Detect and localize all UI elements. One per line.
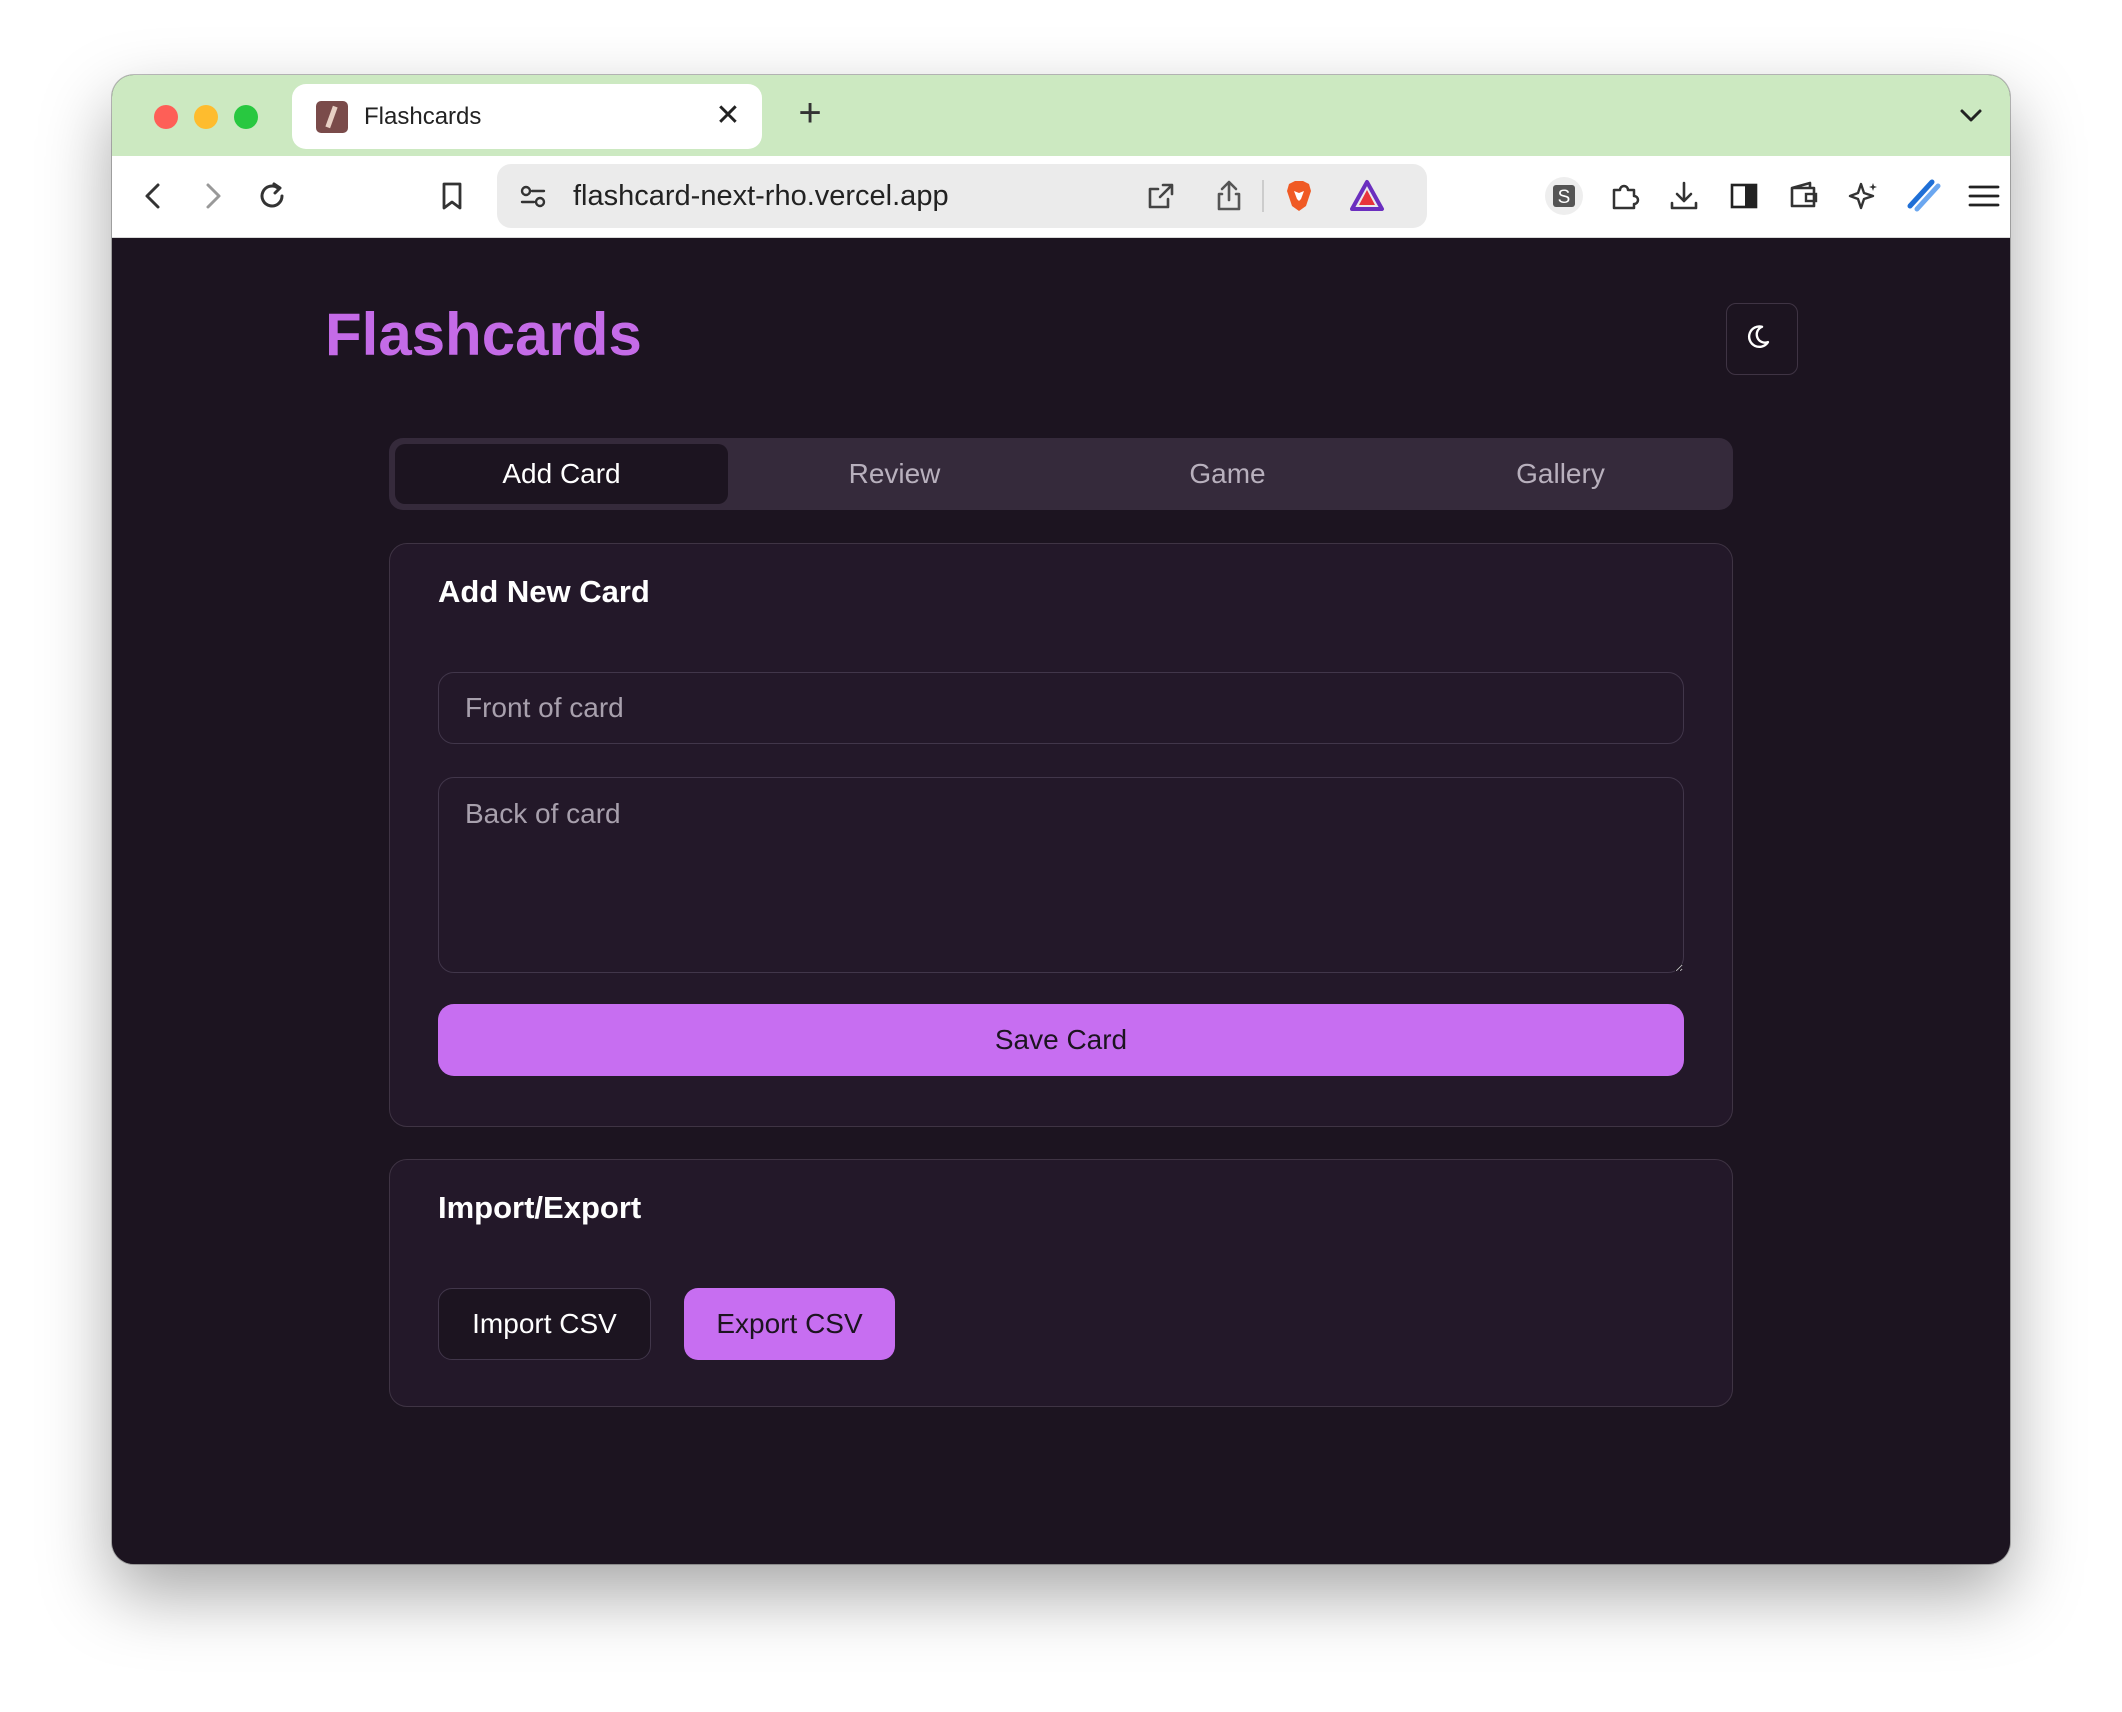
tab-close-icon[interactable]: ✕	[714, 101, 742, 131]
open-external-icon[interactable]	[1141, 176, 1181, 216]
brave-rewards-icon[interactable]	[1347, 176, 1387, 216]
bookmark-icon[interactable]	[432, 176, 472, 216]
add-card-heading: Add New Card	[438, 574, 650, 609]
menu-icon[interactable]	[1964, 176, 2004, 216]
close-window-button[interactable]	[154, 105, 178, 129]
browser-tab[interactable]: Flashcards ✕	[292, 84, 762, 149]
maximize-window-button[interactable]	[234, 105, 258, 129]
front-of-card-input[interactable]	[438, 672, 1684, 744]
url-text: flashcard-next-rho.vercel.app	[573, 180, 949, 212]
tab-add-card[interactable]: Add Card	[395, 444, 728, 504]
minimize-window-button[interactable]	[194, 105, 218, 129]
site-settings-icon[interactable]	[513, 176, 553, 216]
brave-shields-icon[interactable]	[1279, 176, 1319, 216]
moon-icon	[1745, 320, 1779, 359]
back-icon[interactable]	[134, 176, 174, 216]
chevron-down-icon[interactable]	[1954, 99, 1988, 133]
theme-toggle-button[interactable]	[1726, 303, 1798, 375]
save-card-button[interactable]: Save Card	[438, 1004, 1684, 1076]
view-tabs: Add Card Review Game Gallery	[389, 438, 1733, 510]
vpn-icon[interactable]	[1904, 176, 1944, 216]
add-card-panel: Add New Card Save Card	[389, 543, 1733, 1127]
back-of-card-textarea[interactable]	[438, 777, 1684, 973]
wallet-icon[interactable]	[1784, 176, 1824, 216]
app-page: Flashcards Add Card Review Game Gallery …	[112, 238, 2010, 1564]
import-export-panel: Import/Export Import CSV Export CSV	[389, 1159, 1733, 1407]
address-bar[interactable]: flashcard-next-rho.vercel.app	[497, 164, 1427, 228]
favicon-icon	[316, 100, 348, 133]
tab-strip: Flashcards ✕ +	[112, 75, 2010, 156]
tab-gallery[interactable]: Gallery	[1394, 444, 1727, 504]
import-csv-button[interactable]: Import CSV	[438, 1288, 651, 1360]
browser-window: Flashcards ✕ + flashcard-next-rho.vercel…	[112, 75, 2010, 1564]
extension-s-icon[interactable]: S	[1544, 176, 1584, 216]
share-icon[interactable]	[1209, 176, 1249, 216]
browser-toolbar: flashcard-next-rho.vercel.app S	[112, 156, 2010, 238]
forward-icon[interactable]	[192, 176, 232, 216]
reload-icon[interactable]	[252, 176, 292, 216]
download-icon[interactable]	[1664, 176, 1704, 216]
app-title: Flashcards	[325, 301, 642, 368]
export-csv-button[interactable]: Export CSV	[684, 1288, 895, 1360]
sidebar-icon[interactable]	[1724, 176, 1764, 216]
divider	[1262, 180, 1264, 212]
new-tab-button[interactable]: +	[788, 91, 832, 135]
leo-ai-icon[interactable]	[1844, 176, 1884, 216]
tab-review[interactable]: Review	[728, 444, 1061, 504]
tab-game[interactable]: Game	[1061, 444, 1394, 504]
extensions-icon[interactable]	[1604, 176, 1644, 216]
svg-text:S: S	[1558, 187, 1571, 208]
import-export-heading: Import/Export	[438, 1190, 642, 1225]
browser-tab-title: Flashcards	[364, 102, 482, 130]
